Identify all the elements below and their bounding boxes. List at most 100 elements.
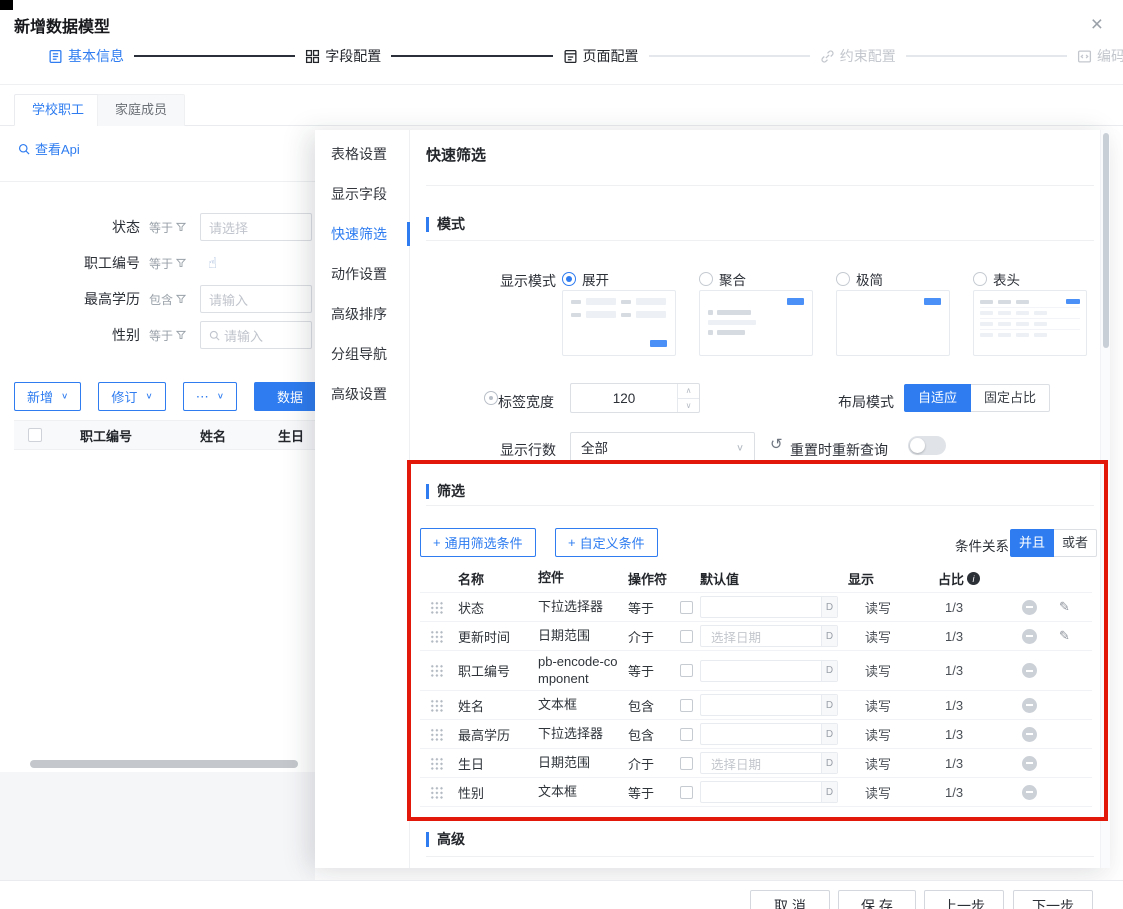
default-value-input[interactable]: D xyxy=(700,781,838,803)
spinner-up-icon[interactable]: ∧ xyxy=(678,384,699,399)
operator-selector[interactable]: 等于 xyxy=(140,255,196,272)
default-value-input[interactable]: 选择日期D xyxy=(700,625,838,647)
row-ratio: 1/3 xyxy=(930,756,992,771)
hand-pointer-icon[interactable]: ☝ xyxy=(208,254,217,272)
menu-item-display-fields[interactable]: 显示字段 xyxy=(315,174,409,214)
tab-family-members[interactable]: 家庭成员 xyxy=(97,94,185,126)
mode-preview-aggregate[interactable] xyxy=(699,290,813,356)
radio-icon[interactable] xyxy=(562,272,576,286)
mode-option-aggregate[interactable]: 聚合 xyxy=(699,269,813,289)
drag-handle-icon[interactable] xyxy=(430,728,443,741)
scrollbar-thumb[interactable] xyxy=(1103,133,1109,348)
label-width-stepper[interactable]: ∧ ∨ xyxy=(570,383,700,413)
operator-checkbox[interactable] xyxy=(680,699,693,712)
close-icon[interactable]: × xyxy=(1091,14,1103,35)
mode-preview-header[interactable] xyxy=(973,290,1087,356)
delete-icon[interactable] xyxy=(1022,600,1037,615)
default-value-input[interactable]: D xyxy=(700,694,838,716)
delete-icon[interactable] xyxy=(1022,663,1037,678)
operator-checkbox[interactable] xyxy=(680,601,693,614)
step-encoding-rules[interactable]: 编码规则 xyxy=(1077,46,1123,66)
select-all-checkbox[interactable] xyxy=(28,428,42,442)
operator-checkbox[interactable] xyxy=(680,728,693,741)
add-general-filter-button[interactable]: + 通用筛选条件 xyxy=(420,528,536,557)
radio-icon[interactable] xyxy=(699,272,713,286)
view-api-link[interactable]: 查看Api xyxy=(18,139,80,158)
default-value-input[interactable]: D xyxy=(700,723,838,745)
default-value-input[interactable]: D xyxy=(700,660,838,682)
menu-item-advanced-settings[interactable]: 高级设置 xyxy=(315,374,409,414)
status-select[interactable]: 请选择 xyxy=(200,213,312,241)
relation-or-button[interactable]: 或者 xyxy=(1053,529,1097,557)
default-value-input[interactable]: 选择日期D xyxy=(700,752,838,774)
radio-icon[interactable] xyxy=(836,272,850,286)
delete-icon[interactable] xyxy=(1022,629,1037,644)
row-name: 职工编号 xyxy=(458,661,538,680)
layout-adaptive-button[interactable]: 自适应 xyxy=(904,384,971,412)
placeholder: 选择日期 xyxy=(701,627,821,646)
add-custom-filter-button[interactable]: + 自定义条件 xyxy=(555,528,658,557)
mode-option-expand[interactable]: 展开 xyxy=(562,269,676,289)
next-step-button[interactable]: 下一步 xyxy=(1013,890,1093,909)
edit-icon[interactable]: ✎ xyxy=(1059,628,1070,644)
step-constraint-config[interactable]: 约束配置 xyxy=(820,46,896,66)
menu-item-advanced-sort[interactable]: 高级排序 xyxy=(315,294,409,334)
mode-option-header[interactable]: 表头 xyxy=(973,269,1087,289)
default-value-input[interactable]: D xyxy=(700,596,838,618)
label-width-input[interactable] xyxy=(571,384,677,412)
mode-option-minimal[interactable]: 极简 xyxy=(836,269,950,289)
operator-checkbox[interactable] xyxy=(680,757,693,770)
row-ratio: 1/3 xyxy=(930,629,992,644)
add-button[interactable]: 新增 ∨ xyxy=(14,382,81,411)
drag-handle-icon[interactable] xyxy=(430,786,443,799)
edit-icon[interactable]: ✎ xyxy=(1059,599,1070,615)
mode-preview-expand[interactable] xyxy=(562,290,676,356)
filter-funnel-icon xyxy=(176,330,186,340)
horizontal-scrollbar[interactable] xyxy=(30,760,298,768)
step-field-config[interactable]: 字段配置 xyxy=(305,46,381,66)
layout-fixed-button[interactable]: 固定占比 xyxy=(970,384,1050,412)
info-icon[interactable]: i xyxy=(967,572,980,585)
button-label: 新增 xyxy=(27,387,53,406)
reload-icon[interactable]: ↺ xyxy=(770,437,783,452)
settings-drawer: 表格设置 显示字段 快速筛选 动作设置 高级排序 分组导航 高级设置 快速筛选 … xyxy=(315,130,1110,868)
drag-handle-icon[interactable] xyxy=(430,757,443,770)
option-label: 聚合 xyxy=(719,269,746,289)
education-input[interactable]: 请输入 xyxy=(200,285,312,313)
relation-and-button[interactable]: 并且 xyxy=(1010,529,1054,557)
operator-checkbox[interactable] xyxy=(680,664,693,677)
drag-handle-icon[interactable] xyxy=(430,630,443,643)
operator-checkbox[interactable] xyxy=(680,630,693,643)
rows-select[interactable]: 全部 ∨ xyxy=(570,432,755,462)
spinner-down-icon[interactable]: ∨ xyxy=(678,399,699,413)
mode-preview-minimal[interactable] xyxy=(836,290,950,356)
drag-handle-icon[interactable] xyxy=(430,601,443,614)
menu-item-action-settings[interactable]: 动作设置 xyxy=(315,254,409,294)
menu-item-group-nav[interactable]: 分组导航 xyxy=(315,334,409,374)
drag-handle-icon[interactable] xyxy=(430,664,443,677)
menu-item-table-settings[interactable]: 表格设置 xyxy=(315,134,409,174)
cancel-button[interactable]: 取 消 xyxy=(750,890,830,909)
operator-selector[interactable]: 等于 xyxy=(140,219,196,236)
requery-toggle[interactable] xyxy=(908,436,946,455)
step-basic-info[interactable]: 基本信息 xyxy=(48,46,124,66)
tab-school-staff[interactable]: 学校职工 xyxy=(14,94,102,126)
more-button[interactable]: ⋯ ∨ xyxy=(183,382,237,411)
prev-step-button[interactable]: 上一步 xyxy=(924,890,1004,909)
delete-icon[interactable] xyxy=(1022,727,1037,742)
revise-button[interactable]: 修订 ∨ xyxy=(98,382,165,411)
save-button[interactable]: 保 存 xyxy=(838,890,916,909)
menu-item-quick-filter[interactable]: 快速筛选 xyxy=(315,214,409,254)
operator-selector[interactable]: 包含 xyxy=(140,291,196,308)
drag-handle-icon[interactable] xyxy=(430,699,443,712)
delete-icon[interactable] xyxy=(1022,756,1037,771)
delete-icon[interactable] xyxy=(1022,785,1037,800)
operator-selector[interactable]: 等于 xyxy=(140,327,196,344)
gender-search-input[interactable]: 请输入 xyxy=(200,321,312,349)
filter-row-gender: 性别 文本框 等于 D 读写 1/3 xyxy=(420,778,1092,807)
operator-checkbox[interactable] xyxy=(680,786,693,799)
delete-icon[interactable] xyxy=(1022,698,1037,713)
search-icon xyxy=(209,330,220,341)
step-page-config[interactable]: 页面配置 xyxy=(563,46,639,66)
radio-icon[interactable] xyxy=(973,272,987,286)
